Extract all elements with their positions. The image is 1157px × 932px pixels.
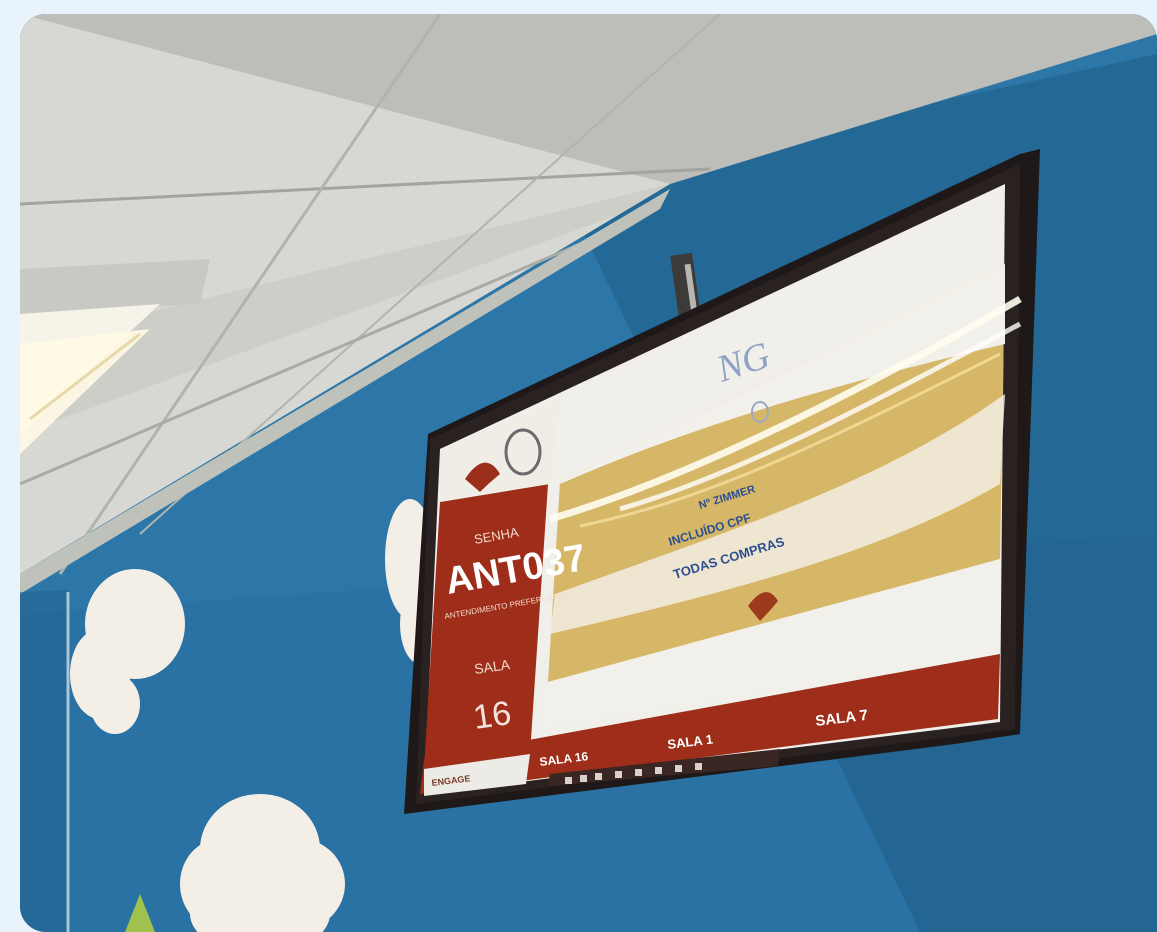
photo-frame: NG SENHA ANT037 ANTENDIMENTO PREFERENCIA… [20,14,1157,932]
room-scene: NG SENHA ANT037 ANTENDIMENTO PREFERENCIA… [20,14,1157,932]
room-number: 16 [471,694,514,737]
